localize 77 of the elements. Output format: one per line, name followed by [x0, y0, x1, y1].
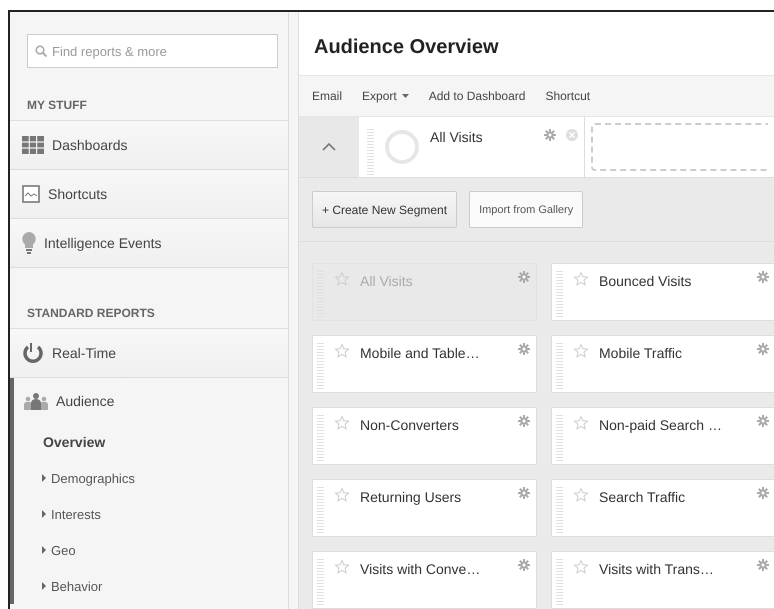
- segment-label: Visits with Trans…: [599, 560, 715, 577]
- search-icon: [35, 45, 47, 57]
- segment-label: Mobile Traffic: [599, 344, 683, 361]
- gear-icon[interactable]: [518, 559, 530, 571]
- nav-label: Shortcuts: [48, 186, 108, 202]
- segment-card[interactable]: Visits with Conve…: [312, 551, 537, 609]
- nav-label: Dashboards: [52, 137, 128, 153]
- chevron-up-icon: [322, 143, 336, 151]
- toolbar-button[interactable]: Add to Dashboard: [428, 89, 526, 103]
- segment-card[interactable]: Returning Users: [312, 479, 537, 537]
- gear-icon[interactable]: [757, 559, 769, 571]
- nav-label: Geo: [51, 542, 76, 558]
- gear-icon[interactable]: [544, 129, 556, 141]
- segment-label: Bounced Visits: [599, 272, 692, 289]
- segment-label: Mobile and Table…: [360, 344, 481, 361]
- segment-label: All Visits: [360, 272, 414, 289]
- caret-icon: [402, 94, 409, 98]
- expand-arrow-icon: [41, 510, 47, 518]
- grid-icon: [22, 136, 44, 154]
- star-icon[interactable]: [334, 343, 350, 359]
- nav-label: Behavior: [51, 578, 102, 594]
- applied-segment[interactable]: All Visits: [359, 117, 585, 177]
- gear-icon[interactable]: [518, 343, 530, 355]
- nav-subitem[interactable]: Interests: [14, 496, 288, 532]
- gear-icon[interactable]: [757, 487, 769, 499]
- segment-button[interactable]: + Create New Segment: [312, 191, 458, 228]
- segment-card[interactable]: Mobile Traffic: [551, 335, 774, 393]
- segment-card[interactable]: Visits with Trans…: [551, 551, 774, 609]
- toolbar-button[interactable]: Email: [312, 89, 342, 103]
- toolbar-button[interactable]: Shortcut: [545, 89, 590, 103]
- page-title: Audience Overview: [313, 35, 500, 60]
- nav-label: Intelligence Events: [44, 235, 162, 251]
- gear-icon[interactable]: [518, 415, 530, 427]
- star-icon[interactable]: [573, 343, 589, 359]
- nav-label: Interests: [51, 506, 101, 522]
- segment-label: Non-paid Search …: [599, 416, 723, 433]
- gear-icon[interactable]: [757, 271, 769, 283]
- segment-card[interactable]: Search Traffic: [551, 479, 774, 537]
- nav-subitem[interactable]: Demographics: [14, 460, 288, 496]
- expand-arrow-icon: [41, 546, 47, 554]
- star-icon[interactable]: [573, 271, 589, 287]
- segment-card[interactable]: Mobile and Table…: [312, 335, 537, 393]
- star-icon[interactable]: [334, 415, 350, 431]
- segment-label: Returning Users: [360, 488, 462, 505]
- star-icon[interactable]: [334, 487, 350, 503]
- nav-label: Demographics: [51, 470, 135, 486]
- nav-label: Overview: [43, 434, 106, 450]
- star-icon[interactable]: [573, 487, 589, 503]
- nav-item[interactable]: Audience: [10, 378, 288, 424]
- gear-icon[interactable]: [757, 343, 769, 355]
- nav-subitem[interactable]: Geo: [14, 532, 288, 568]
- nav-label: Real-Time: [52, 345, 116, 361]
- segment-label: Visits with Conve…: [360, 560, 482, 577]
- segment-label: All Visits: [430, 129, 484, 145]
- toolbar-button[interactable]: Export: [362, 89, 409, 103]
- nav-subitem[interactable]: Overview: [14, 424, 288, 460]
- segment-label: Non-Converters: [360, 416, 460, 433]
- star-icon[interactable]: [334, 559, 350, 575]
- segment-card[interactable]: Non-paid Search …: [551, 407, 774, 465]
- ring-icon: [384, 129, 420, 165]
- expand-arrow-icon: [41, 582, 47, 590]
- lightbulb-icon: [22, 232, 36, 254]
- close-icon[interactable]: [566, 129, 578, 141]
- nav-label: Audience: [56, 393, 114, 409]
- segment-button[interactable]: Import from Gallery: [469, 191, 584, 228]
- gear-icon[interactable]: [757, 415, 769, 427]
- segment-card[interactable]: Bounced Visits: [551, 263, 774, 321]
- chart-icon: [22, 185, 40, 203]
- people-icon: [24, 392, 48, 410]
- segment-card[interactable]: Non-Converters: [312, 407, 537, 465]
- nav-subitem[interactable]: Behavior: [14, 568, 288, 604]
- expand-arrow-icon: [41, 474, 47, 482]
- star-icon[interactable]: [573, 415, 589, 431]
- star-icon[interactable]: [573, 559, 589, 575]
- gear-icon[interactable]: [518, 487, 530, 499]
- segment-label: Search Traffic: [599, 488, 686, 505]
- search-field[interactable]: Find reports & more: [27, 34, 278, 68]
